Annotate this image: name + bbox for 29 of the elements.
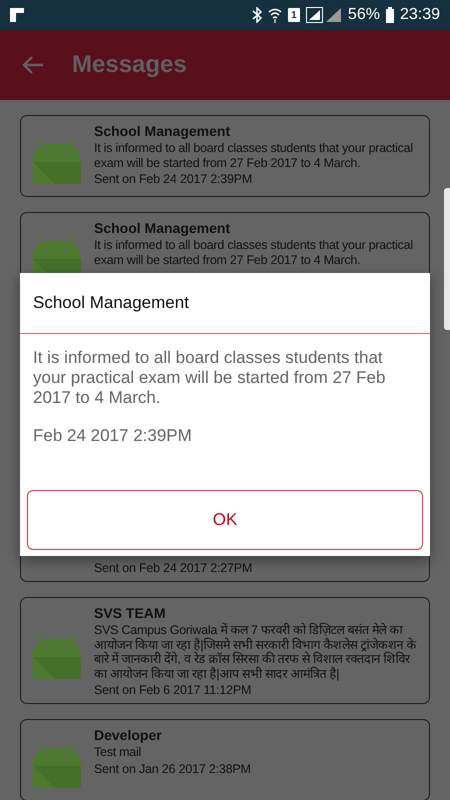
wifi-icon	[268, 7, 282, 23]
clock: 23:39	[400, 6, 440, 24]
message-sender: SVS TEAM	[94, 605, 167, 622]
message-card[interactable]: Developer Test mail Sent on Jan 26 2017 2:38PM	[20, 719, 430, 800]
message-sender: School Management	[94, 123, 232, 140]
message-text: Test mail	[94, 745, 142, 760]
back-arrow-icon[interactable]	[22, 55, 44, 75]
ok-button[interactable]: OK	[27, 490, 423, 550]
message-sender: Developer	[94, 727, 163, 744]
message-sender: School Management	[94, 220, 232, 237]
screen-title: Messages	[72, 51, 187, 79]
sent-time: Sent on Feb 24 2017 2:27PM	[94, 560, 254, 576]
message-card[interactable]	[20, 597, 430, 704]
dialog-message: It is informed to all board classes students that your practical exam will be started from 27 Feb 2017 to 4 March.	[33, 348, 386, 408]
message-text: SVS Campus Goriwala में कल 7 फरवरी को डिज़िटल बसंत मेले का आयोजन किया जा रहा है|जिसमे सभी सरकारी विभाग कैशलेस ट्रांजेकशन के बारे में जानकारी देंगे, व रेड क्रॉस सिरसा की तरफ से विशाल रक्तदान शिविर का आयोजन किया जा रहा है|आप सभी सादर आमंत्रित है|	[94, 623, 418, 681]
app-logo-icon	[10, 8, 24, 22]
message-card[interactable]: School Management It is informed to all board classes students that your practical exam will be started from 27 Feb 2017 to 4 March. Sent on Feb 24 2017 2:39PM	[20, 115, 430, 197]
sim-icon: 1	[288, 8, 300, 22]
battery-icon	[386, 7, 394, 23]
sent-time: Sent on Feb 6 2017 11:12PM	[94, 682, 252, 698]
sent-time: Sent on Jan 26 2017 2:38PM	[94, 760, 252, 776]
message-text: It is informed to all board classes students that your practical exam will be started from 27 Feb 2017 to 4 March.	[94, 238, 414, 267]
bluetooth-icon	[252, 7, 262, 23]
message-text: It is informed to all board classes students that your practical exam will be started from 27 Feb 2017 to 4 March.	[94, 141, 414, 170]
signal-icon	[306, 7, 342, 23]
dialog-date: Feb 24 2017 2:39PM	[33, 426, 193, 446]
battery-percent: 56%	[348, 6, 380, 24]
dialog-title: School Management	[20, 273, 430, 334]
sent-time: Sent on Feb 24 2017 2:39PM	[94, 171, 254, 187]
